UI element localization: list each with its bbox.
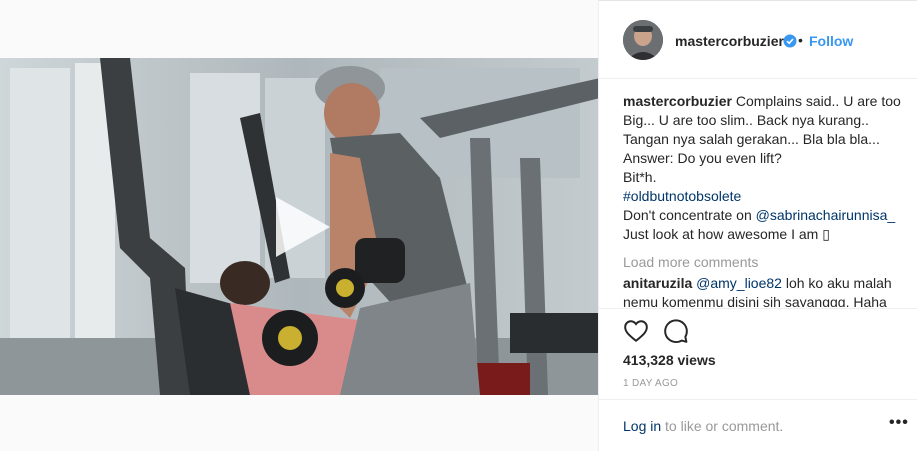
caption-mention[interactable]: @sabrinachairunnisa_ (756, 207, 896, 223)
comments-list[interactable]: mastercorbuzier Complains said.. U are t… (623, 92, 907, 307)
login-prompt: Log in to like or comment. (623, 418, 783, 434)
comment-item: anitaruzila @amy_lioe82 loh ko aku malah… (623, 274, 907, 307)
caption-line-0: Complains said.. U are too (735, 93, 901, 109)
comment-mention[interactable]: @amy_lioe82 (696, 275, 782, 291)
login-link[interactable]: Log in (623, 418, 661, 434)
post-header: mastercorbuzier • Follow (599, 0, 917, 79)
caption: mastercorbuzier Complains said.. U are t… (623, 92, 907, 244)
view-count[interactable]: 413,328 views (623, 352, 716, 368)
post-sidebar: mastercorbuzier • Follow mastercorbuzier… (598, 0, 917, 451)
header-separator: • (798, 32, 803, 48)
caption-username[interactable]: mastercorbuzier (623, 93, 732, 109)
comment-icon[interactable] (663, 318, 689, 344)
caption-line-1: Big... U are too slim.. Back nya kurang.… (623, 112, 869, 128)
caption-line-4: Bit*h. (623, 169, 657, 185)
media-area (0, 0, 598, 451)
heart-icon[interactable] (623, 318, 649, 344)
caption-line-2: Tangan nya salah gerakan... Bla bla bla.… (623, 131, 880, 147)
header-username[interactable]: mastercorbuzier (675, 33, 784, 49)
login-suffix: to like or comment. (661, 418, 784, 434)
caption-mention-line: Don't concentrate on @sabrinachairunnisa… (623, 206, 907, 225)
load-more-comments-button[interactable]: Load more comments (623, 253, 907, 271)
actions-divider (599, 308, 917, 309)
verified-badge-icon (783, 34, 797, 48)
avatar-image (623, 20, 663, 60)
caption-last-line: Just look at how awesome I am ▯ (623, 226, 830, 242)
caption-first-line: mastercorbuzier Complains said.. U are t… (623, 92, 907, 111)
comment-username[interactable]: anitaruzila (623, 275, 692, 291)
play-button[interactable] (270, 195, 334, 259)
caption-hashtag[interactable]: #oldbutnotobsolete (623, 187, 907, 206)
post-timestamp[interactable]: 1 DAY AGO (623, 378, 678, 389)
avatar[interactable] (623, 20, 663, 60)
follow-button[interactable]: Follow (809, 33, 853, 49)
caption-mention-prefix: Don't concentrate on (623, 207, 756, 223)
play-icon (276, 197, 330, 257)
more-options-icon[interactable]: ••• (889, 414, 909, 432)
caption-line-3: Answer: Do you even lift? (623, 150, 782, 166)
login-footer: Log in to like or comment. ••• (599, 399, 917, 452)
